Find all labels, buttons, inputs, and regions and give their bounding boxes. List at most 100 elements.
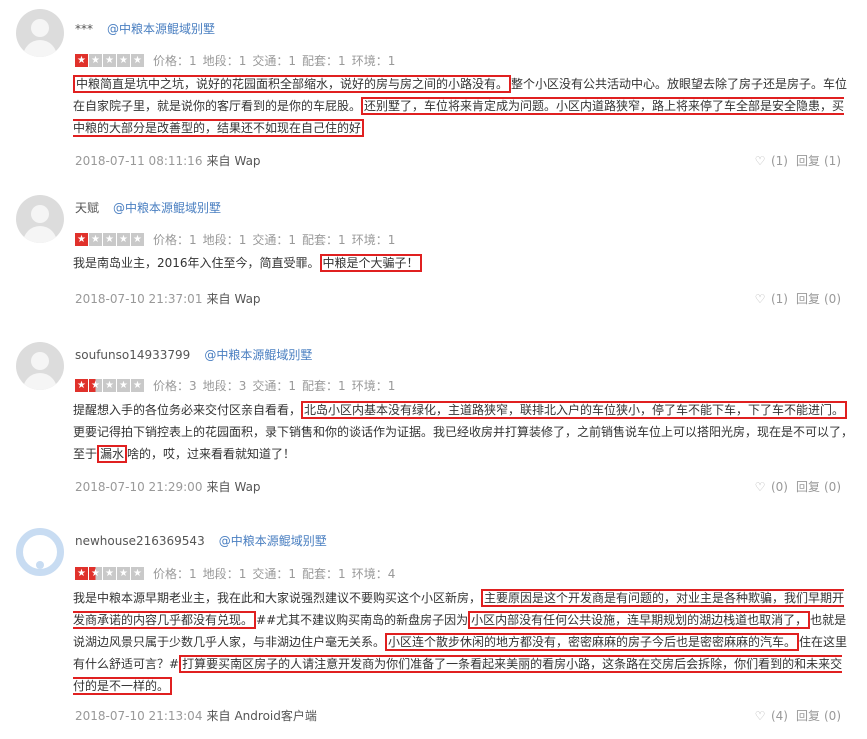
star-icon: ★ [117,54,130,67]
review-text: 中粮简直是坑中之坑，说好的花园面积全部缩水，说好的房与房之间的小路没有。 整个小区… [73,73,853,139]
username[interactable]: *** [75,22,93,36]
score-label: 地段 [202,379,227,393]
source: Wap [234,292,261,306]
timestamp: 2018-07-11 08:11:16 [75,154,203,168]
review-header: *** @中粮本源鲲域别墅 [75,21,215,37]
star-icon: ★ [75,567,88,580]
score-label: 配套 [302,567,327,581]
heart-icon: ♡ [754,480,766,494]
star-icon: ★ [117,379,130,392]
like-button[interactable]: ♡ (1) [753,154,788,168]
score-value: 3 [189,379,197,393]
username[interactable]: newhouse216369543 [75,534,205,548]
star-rating: ★ ★ ★ ★ ★ [75,567,145,581]
review-text: 我是南岛业主，2016年入住至今，简直受罪。 中粮是个大骗子！ [73,252,853,274]
avatar[interactable] [16,342,64,390]
like-button[interactable]: ♡ (4) [753,709,788,723]
star-icon: ★ [131,567,144,580]
timestamp: 2018-07-10 21:29:00 [75,480,203,494]
score-price: 价格：3 [153,379,197,393]
reply-button[interactable]: 回复 (0) [796,480,841,494]
review-meta: 2018-07-10 21:13:04 来自 Android客户端 [75,708,317,724]
like-button[interactable]: ♡ (1) [753,292,788,306]
property-link[interactable]: @中粮本源鲲域别墅 [204,348,312,362]
score-price: 价格：1 [153,567,197,581]
reply-button[interactable]: 回复 (0) [796,709,841,723]
reply-count: (0) [824,292,841,306]
heart-icon: ♡ [754,292,766,306]
review-actions: ♡ (0) 回复 (0) [753,479,841,495]
score-facilities: 配套：1 [302,233,346,247]
score-traffic: 交通：1 [252,233,297,247]
score-label: 价格 [153,567,178,581]
review-header: soufunso14933799 @中粮本源鲲域别墅 [75,347,312,363]
score-location: 地段：1 [202,233,247,247]
score-value: 3 [238,379,247,393]
reply-button[interactable]: 回复 (1) [796,154,841,168]
star-icon: ★ [89,567,102,580]
username[interactable]: soufunso14933799 [75,348,190,362]
review-text: 提醒想入手的各位务必来交付区亲自看看， 北岛小区内基本没有绿化，主道路狭窄，联排北… [73,399,853,465]
like-button[interactable]: ♡ (0) [753,480,788,494]
score-value: 1 [338,379,346,393]
score-value: 1 [238,233,247,247]
score-traffic: 交通：1 [252,567,297,581]
highlighted-text: 小区连个散步休闲的地方都没有，密密麻麻的房子今后也是密密麻麻的汽车。 [385,633,800,651]
score-value: 1 [238,567,247,581]
score-value: 1 [387,379,396,393]
star-icon: ★ [75,54,88,67]
star-icon: ★ [89,54,102,67]
from-label: 来自 [206,480,231,494]
username[interactable]: 天赋 [75,201,99,215]
reply-count: (0) [824,709,841,723]
score-facilities: 配套：1 [302,379,346,393]
score-value: 1 [238,54,247,68]
star-icon: ★ [103,233,116,246]
review-text: 我是中粮本源早期老业主，我在此和大家说强烈建议不要购买这个小区新房， 主要原因是这… [73,587,853,697]
score-value: 1 [189,567,197,581]
score-label: 配套 [302,379,327,393]
star-rating: ★ ★ ★ ★ ★ [75,54,145,68]
star-icon: ★ [103,54,116,67]
reply-count: (1) [824,154,841,168]
avatar[interactable] [16,9,64,57]
source: Wap [234,480,261,494]
reply-button[interactable]: 回复 (0) [796,292,841,306]
property-link[interactable]: @中粮本源鲲域别墅 [107,22,215,36]
score-value: 1 [387,233,396,247]
text-segment: 我是南岛业主，2016年入住至今，简直受罪。 [73,256,320,270]
rating-line: ★ ★ ★ ★ ★ 价格：1 地段：1 交通：1 配套：1 环境：4 [75,567,401,581]
source: Wap [234,154,261,168]
star-icon: ★ [89,379,102,392]
score-value: 1 [288,379,297,393]
avatar[interactable] [16,195,64,243]
property-link[interactable]: @中粮本源鲲域别墅 [219,534,327,548]
score-value: 1 [189,54,197,68]
score-price: 价格：1 [153,54,197,68]
like-count: (4) [770,709,788,723]
review-actions: ♡ (1) 回复 (0) [753,291,841,307]
star-icon: ★ [75,379,88,392]
score-label: 交通 [252,233,277,247]
score-label: 价格 [153,54,178,68]
heart-icon: ♡ [754,709,766,723]
score-environment: 环境：1 [351,379,396,393]
reply-label: 回复 [795,480,820,494]
score-price: 价格：1 [153,233,197,247]
star-icon: ★ [117,233,130,246]
score-environment: 环境：4 [351,567,396,581]
score-location: 地段：1 [202,54,247,68]
score-value: 1 [338,54,346,68]
highlighted-text: 中粮简直是坑中之坑，说好的花园面积全部缩水，说好的房与房之间的小路没有。 [73,75,512,93]
score-label: 地段 [202,567,227,581]
star-icon: ★ [131,379,144,392]
score-label: 价格 [153,233,178,247]
from-label: 来自 [206,292,231,306]
score-value: 1 [338,567,346,581]
rating-line: ★ ★ ★ ★ ★ 价格：3 地段：3 交通：1 配套：1 环境：1 [75,379,401,393]
avatar[interactable] [16,528,64,576]
property-link[interactable]: @中粮本源鲲域别墅 [113,201,221,215]
reply-label: 回复 [795,709,820,723]
score-value: 4 [387,567,396,581]
star-rating: ★ ★ ★ ★ ★ [75,379,145,393]
